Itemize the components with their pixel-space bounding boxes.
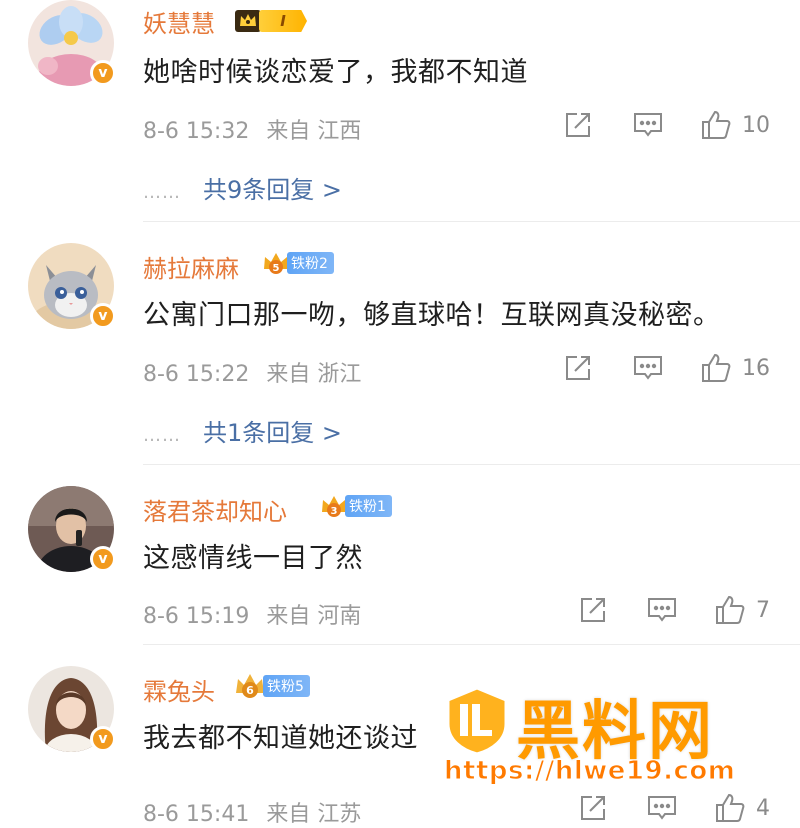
comment-text: 我去都不知道她还谈过 — [143, 723, 418, 754]
share-button[interactable] — [563, 351, 593, 385]
fan-badge: 6 铁粉5 — [233, 674, 310, 698]
like-button[interactable]: 10 — [700, 108, 770, 142]
comment-button[interactable] — [632, 108, 664, 142]
divider — [143, 644, 800, 645]
like-button[interactable]: 4 — [714, 791, 770, 825]
thumbs-up-icon — [702, 353, 731, 382]
comment-icon — [648, 796, 676, 820]
view-replies-link[interactable]: …… 共1条回复 > — [143, 413, 342, 448]
ellipsis: …… — [143, 425, 181, 446]
crown-icon — [235, 10, 261, 32]
username[interactable]: 霖兔头 — [143, 672, 215, 707]
crown-level: 6 — [246, 684, 254, 697]
comment-date: 8-6 15:19 — [143, 604, 250, 629]
share-button[interactable] — [578, 593, 608, 627]
comment-meta: 8-6 15:32 来自 江西 — [143, 113, 371, 145]
view-replies-link[interactable]: …… 共9条回复 > — [143, 170, 342, 205]
comment-meta: 8-6 15:22 来自 浙江 — [143, 356, 371, 388]
fan-level-label: 铁粉1 — [345, 495, 392, 517]
thumbs-up-icon — [716, 793, 745, 822]
vip-level: I — [259, 10, 307, 32]
avatar[interactable]: v — [28, 0, 116, 86]
like-button[interactable]: 7 — [714, 593, 770, 627]
comment-source: 来自 江苏 — [266, 802, 362, 827]
ellipsis: …… — [143, 182, 181, 203]
comment-date: 8-6 15:32 — [143, 119, 250, 144]
avatar[interactable]: v — [28, 243, 116, 329]
share-button[interactable] — [563, 108, 593, 142]
comment-icon — [634, 113, 662, 137]
comment-item: v 赫拉麻麻 5 铁粉2 公寓门口那一吻，够直球哈！互联网真没秘密。 8-6 1… — [0, 243, 800, 465]
comment-item: v 妖慧慧 I 她啥时候谈恋爱了，我都不知道 8-6 15:32 来自 江西 1… — [0, 0, 800, 222]
comment-date: 8-6 15:22 — [143, 362, 250, 387]
like-button[interactable]: 16 — [700, 351, 770, 385]
share-icon — [566, 356, 590, 380]
comment-icon — [634, 356, 662, 380]
crown-icon: 6 — [236, 674, 264, 698]
comment-text: 这感情线一目了然 — [143, 543, 363, 574]
replies-label: 共1条回复 > — [203, 419, 343, 447]
verified-badge-icon: v — [90, 60, 116, 86]
comment-source: 来自 江西 — [266, 119, 362, 144]
fan-badge: 3 铁粉1 — [319, 494, 392, 518]
comment-source: 来自 浙江 — [266, 362, 362, 387]
like-count: 10 — [742, 112, 770, 138]
username[interactable]: 妖慧慧 — [143, 4, 215, 39]
comment-button[interactable] — [632, 351, 664, 385]
share-icon — [566, 113, 590, 137]
fan-badge: 5 铁粉2 — [261, 251, 334, 275]
fan-level-label: 铁粉5 — [263, 675, 310, 697]
comment-button[interactable] — [646, 791, 678, 825]
thumbs-up-icon — [702, 110, 731, 139]
vip-badge: I — [233, 8, 307, 34]
comment-item: v 落君茶却知心 3 铁粉1 这感情线一目了然 8-6 15:19 来自 河南 … — [0, 486, 800, 646]
share-icon — [581, 796, 605, 820]
comment-text: 她啥时候谈恋爱了，我都不知道 — [143, 57, 528, 88]
like-count: 16 — [742, 355, 770, 381]
share-button[interactable] — [578, 791, 608, 825]
avatar[interactable]: v — [28, 486, 116, 572]
comment-meta: 8-6 15:19 来自 河南 — [143, 598, 371, 630]
verified-badge-icon: v — [90, 546, 116, 572]
replies-label: 共9条回复 > — [203, 176, 343, 204]
comment-item: v 霖兔头 6 铁粉5 我去都不知道她还谈过 8-6 15:41 来自 江苏 4 — [0, 666, 800, 828]
verified-badge-icon: v — [90, 726, 116, 752]
thumbs-up-icon — [716, 595, 745, 624]
like-count: 7 — [756, 597, 770, 623]
comment-meta: 8-6 15:41 来自 江苏 — [143, 796, 371, 828]
comment-source: 来自 河南 — [266, 604, 362, 629]
divider — [143, 221, 800, 222]
fan-level-label: 铁粉2 — [287, 252, 334, 274]
verified-badge-icon: v — [90, 303, 116, 329]
divider — [143, 464, 800, 465]
username[interactable]: 赫拉麻麻 — [143, 249, 239, 284]
share-icon — [581, 598, 605, 622]
crown-level: 5 — [273, 263, 280, 274]
comment-text: 公寓门口那一吻，够直球哈！互联网真没秘密。 — [143, 300, 721, 331]
comment-icon — [648, 598, 676, 622]
like-count: 4 — [756, 795, 770, 821]
comment-date: 8-6 15:41 — [143, 802, 250, 827]
username[interactable]: 落君茶却知心 — [143, 492, 287, 527]
comment-button[interactable] — [646, 593, 678, 627]
avatar[interactable]: v — [28, 666, 116, 752]
crown-level: 3 — [331, 506, 338, 517]
